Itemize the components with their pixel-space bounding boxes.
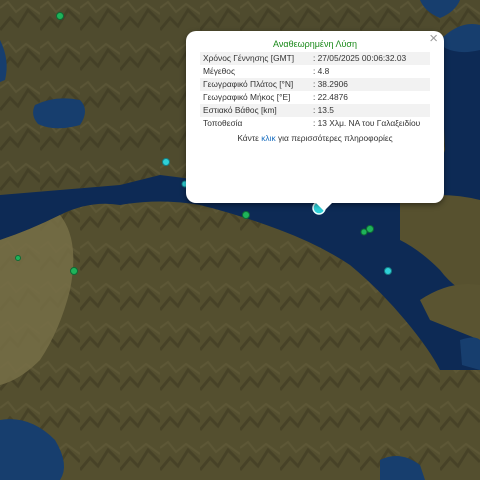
sea-e (460, 337, 480, 370)
quake-marker[interactable] (242, 211, 250, 219)
more-prefix: Κάντε (237, 133, 259, 143)
table-row: Τοποθεσία : 13 Χλμ. ΝΑ του Γαλαξειδίου (200, 117, 430, 130)
row-value: : 4.8 (313, 66, 330, 76)
row-label: Μέγεθος (203, 66, 235, 76)
table-row: Χρόνος Γέννησης [GMT] : 27/05/2025 00:06… (200, 52, 430, 65)
more-info-line: Κάντε κλικ για περισσότερες πληροφορίες (200, 133, 430, 143)
quake-marker[interactable] (56, 12, 64, 20)
close-icon[interactable]: × (429, 31, 438, 46)
popup-pointer (316, 203, 332, 211)
quake-info-table: Χρόνος Γέννησης [GMT] : 27/05/2025 00:06… (200, 52, 430, 130)
lake (33, 98, 85, 129)
quake-marker[interactable] (162, 158, 170, 166)
quake-marker[interactable] (360, 228, 368, 236)
row-label: Γεωγραφικό Πλάτος [°N] (200, 78, 310, 91)
more-info-link[interactable]: κλικ (261, 133, 275, 143)
table-row: Μέγεθος : 4.8 (200, 65, 430, 78)
row-value: : 38.2906 (310, 78, 430, 91)
row-value: : 22.4876 (313, 92, 348, 102)
row-label: Εστιακό Βάθος [km] (200, 104, 310, 117)
row-value: : 13 Χλμ. ΝΑ του Γαλαξειδίου (313, 118, 421, 128)
quake-marker[interactable] (366, 225, 374, 233)
quake-marker[interactable] (384, 267, 392, 275)
popup-title: Αναθεωρημένη Λύση (273, 39, 357, 49)
quake-marker[interactable] (70, 267, 78, 275)
table-row: Εστιακό Βάθος [km] : 13.5 (200, 104, 430, 117)
row-value: : 27/05/2025 00:06:32.03 (310, 52, 430, 65)
row-label: Τοποθεσία (203, 118, 243, 128)
row-label: Χρόνος Γέννησης [GMT] (200, 52, 310, 65)
row-label: Γεωγραφικό Μήκος [°E] (203, 92, 291, 102)
more-suffix: για περισσότερες πληροφορίες (277, 133, 393, 143)
quake-info-popup: × Αναθεωρημένη Λύση Χρόνος Γέννησης [GMT… (186, 31, 444, 211)
quake-marker[interactable] (15, 255, 21, 261)
table-row: Γεωγραφικό Πλάτος [°N] : 38.2906 (200, 78, 430, 91)
table-row: Γεωγραφικό Μήκος [°E] : 22.4876 (200, 91, 430, 104)
row-value: : 13.5 (310, 104, 430, 117)
